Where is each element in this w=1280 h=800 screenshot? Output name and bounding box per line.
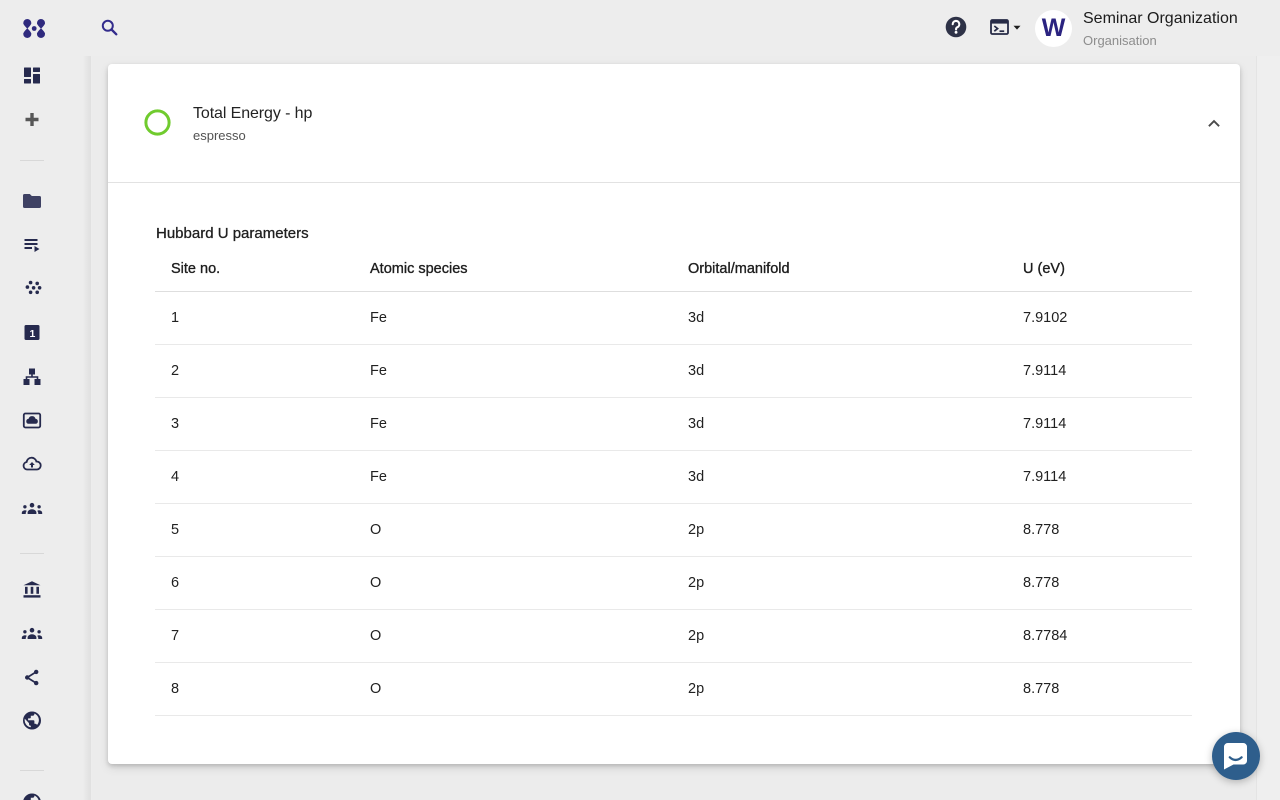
svg-text:1: 1 — [29, 328, 35, 340]
